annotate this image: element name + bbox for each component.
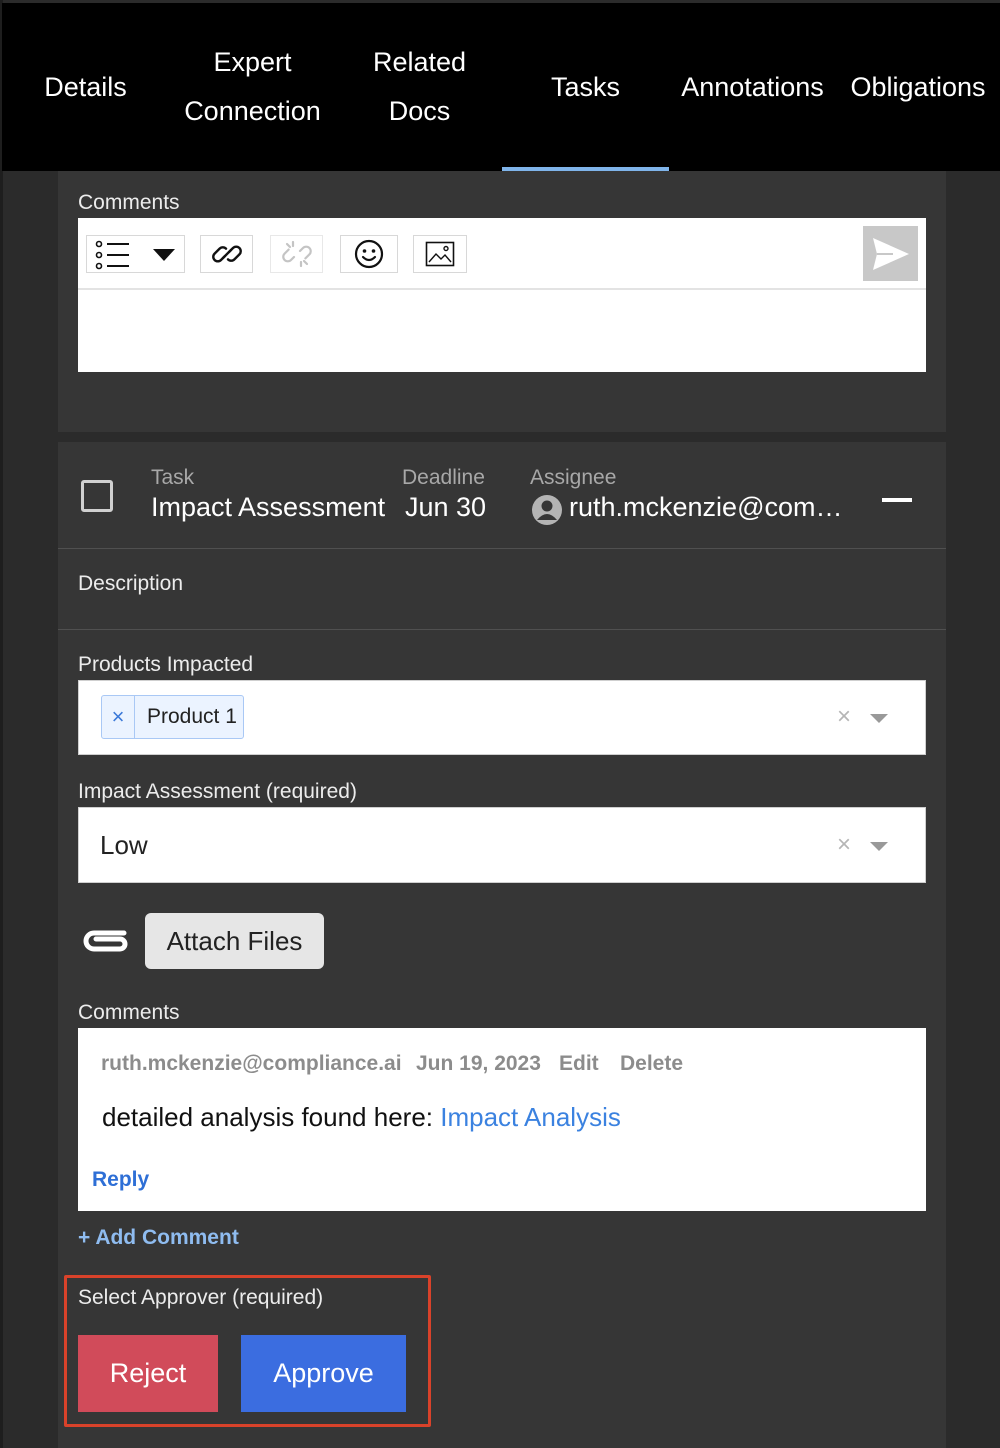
remove-link-button[interactable] — [270, 235, 323, 273]
tab-label: Details — [44, 71, 127, 102]
tab-tasks[interactable]: Tasks — [502, 3, 669, 171]
task-column-label: Task — [151, 466, 195, 489]
user-avatar-icon — [532, 495, 562, 525]
task-header-divider — [58, 548, 946, 549]
assignee-value: ruth.mckenzie@com… — [569, 492, 843, 522]
clear-selection-icon[interactable]: × — [837, 703, 851, 731]
tab-details[interactable]: Details — [2, 3, 169, 171]
image-icon — [425, 241, 455, 267]
comment-date: Jun 19, 2023 — [416, 1052, 541, 1075]
insert-link-button[interactable] — [200, 235, 253, 273]
task-complete-checkbox[interactable] — [81, 480, 113, 512]
impact-assessment-label: Impact Assessment (required) — [78, 780, 357, 803]
clear-selection-icon[interactable]: × — [837, 831, 851, 859]
tab-label: Docs — [388, 96, 451, 126]
list-icon — [95, 240, 129, 270]
remove-chip-button[interactable]: × — [102, 696, 135, 738]
products-impacted-select[interactable]: × Product 1 × — [78, 680, 926, 755]
list-format-dropdown[interactable] — [86, 235, 185, 273]
tab-label: Obligations — [850, 71, 986, 102]
link-icon — [211, 245, 242, 263]
tab-obligations[interactable]: Obligations — [836, 3, 1000, 171]
send-icon — [872, 237, 909, 270]
comment-text: detailed analysis found here: Impact Ana… — [102, 1102, 621, 1133]
dropdown-caret-icon[interactable] — [870, 714, 888, 723]
product-chip-label: Product 1 — [147, 705, 237, 728]
tab-label: Tasks — [550, 71, 621, 102]
task-name: Impact Assessment — [151, 492, 386, 522]
emoji-button[interactable] — [340, 235, 398, 273]
window-left-border — [0, 0, 3, 1448]
reply-link[interactable]: Reply — [92, 1168, 149, 1192]
attach-files-button[interactable]: Attach Files — [145, 913, 324, 969]
chevron-down-icon — [153, 249, 175, 261]
reject-button[interactable]: Reject — [78, 1335, 218, 1412]
tab-label: Annotations — [681, 71, 824, 102]
select-approver-label: Select Approver (required) — [78, 1286, 324, 1309]
approve-button[interactable]: Approve — [241, 1335, 406, 1412]
description-divider — [58, 629, 946, 630]
collapse-task-button[interactable] — [882, 498, 912, 502]
description-label: Description — [78, 572, 184, 595]
comment-editor-input[interactable] — [78, 292, 926, 372]
product-chip: × Product 1 — [101, 695, 244, 739]
comment-card: ruth.mckenzie@compliance.ai Jun 19, 2023… — [78, 1028, 926, 1211]
tab-expert-connection[interactable]: Expert Connection — [169, 3, 336, 171]
impact-assessment-value: Low — [100, 830, 148, 860]
products-impacted-label: Products Impacted — [78, 653, 254, 676]
paperclip-icon — [83, 930, 128, 952]
insert-image-button[interactable] — [413, 235, 467, 273]
deadline-column-label: Deadline — [402, 466, 485, 489]
assignee-column-label: Assignee — [530, 466, 617, 489]
add-comment-link[interactable]: + Add Comment — [78, 1226, 239, 1250]
emoji-icon — [354, 239, 384, 269]
tab-label: Connection — [184, 96, 321, 126]
tab-label: Related — [372, 47, 467, 77]
comment-body: detailed analysis found here: — [102, 1102, 441, 1132]
section-gap — [58, 432, 946, 442]
delete-comment-link[interactable]: Delete — [620, 1052, 683, 1076]
dropdown-caret-icon[interactable] — [870, 842, 888, 851]
impact-analysis-link[interactable]: Impact Analysis — [440, 1102, 621, 1132]
comment-author: ruth.mckenzie@compliance.ai — [101, 1052, 402, 1075]
unlink-icon — [281, 240, 312, 268]
tab-annotations[interactable]: Annotations — [669, 3, 836, 171]
send-comment-button[interactable] — [863, 226, 918, 281]
comments-label: Comments — [78, 1001, 180, 1024]
comment-editor — [78, 218, 926, 372]
tab-related-docs[interactable]: Related Docs — [336, 3, 503, 171]
editor-toolbar — [78, 218, 926, 290]
tab-bar: Details Expert Connection Related Docs T… — [2, 3, 1000, 171]
comments-label: Comments — [78, 191, 180, 214]
deadline-value: Jun 30 — [405, 492, 487, 522]
impact-assessment-select[interactable]: Low × — [78, 807, 926, 883]
edit-comment-link[interactable]: Edit — [559, 1052, 599, 1076]
tab-label: Expert — [213, 47, 292, 77]
